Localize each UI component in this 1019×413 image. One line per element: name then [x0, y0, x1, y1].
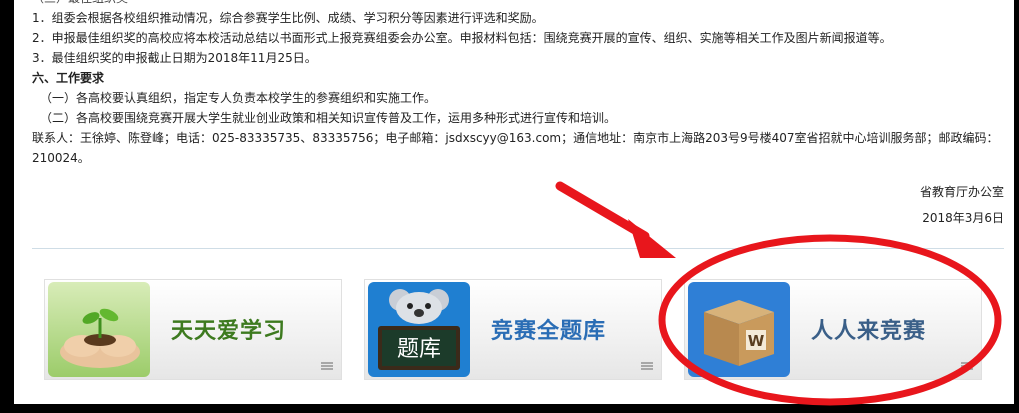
article-item-1: 1．组委会根据各校组织推动情况，综合参赛学生比例、成绩、学习积分等因素进行评选和…: [32, 11, 544, 25]
article-item-2: 2．申报最佳组织奖的高校应将本校活动总结以书面形式上报竞赛组委会办公室。申报材料…: [32, 31, 892, 45]
tile-everyone-compete[interactable]: W 人人来竞赛: [684, 279, 982, 380]
requirement-2: （二）各高校要围绕竞赛开展大学生就业创业政策和相关知识宣传普及工作，运用多种形式…: [40, 111, 617, 125]
article-item-3: 3．最佳组织奖的申报截止日期为2018年11月25日。: [32, 51, 317, 65]
postal-code-line: 210024。: [32, 151, 90, 165]
tile-title: 人人来竞赛: [811, 319, 927, 344]
section-heading: 六、工作要求: [32, 71, 105, 85]
notice-article: （三）最佳组织奖 1．组委会根据各校组织推动情况，综合参赛学生比例、成绩、学习积…: [32, 0, 1004, 228]
menu-icon[interactable]: [961, 362, 973, 371]
menu-icon[interactable]: [641, 362, 653, 371]
divider: [32, 248, 1004, 249]
cardboard-box-icon: W: [688, 282, 790, 377]
koala-question-bank-icon: 题库: [368, 282, 470, 377]
menu-icon[interactable]: [321, 362, 333, 371]
board-text: 题库: [397, 337, 441, 362]
seedling-in-hands-icon: [48, 282, 150, 377]
contact-line: 联系人：王徐婷、陈登峰；电话：025-83335735、83335756；电子邮…: [32, 131, 999, 145]
page-content: （三）最佳组织奖 1．组委会根据各校组织推动情况，综合参赛学生比例、成绩、学习积…: [14, 0, 1014, 404]
cut-off-line: （三）最佳组织奖: [32, 0, 1004, 8]
issue-date: 2018年3月6日: [922, 211, 1004, 225]
box-logo-text: W: [748, 332, 765, 350]
tile-title: 竞赛全题库: [491, 319, 607, 344]
tile-title: 天天爱学习: [171, 319, 287, 344]
signature: 省教育厅办公室: [919, 185, 1004, 199]
tile-question-bank[interactable]: 题库 竞赛全题库: [364, 279, 662, 380]
tile-daily-study[interactable]: 天天爱学习: [44, 279, 342, 380]
requirement-1: （一）各高校要认真组织，指定专人负责本校学生的参赛组织和实施工作。: [40, 91, 437, 105]
